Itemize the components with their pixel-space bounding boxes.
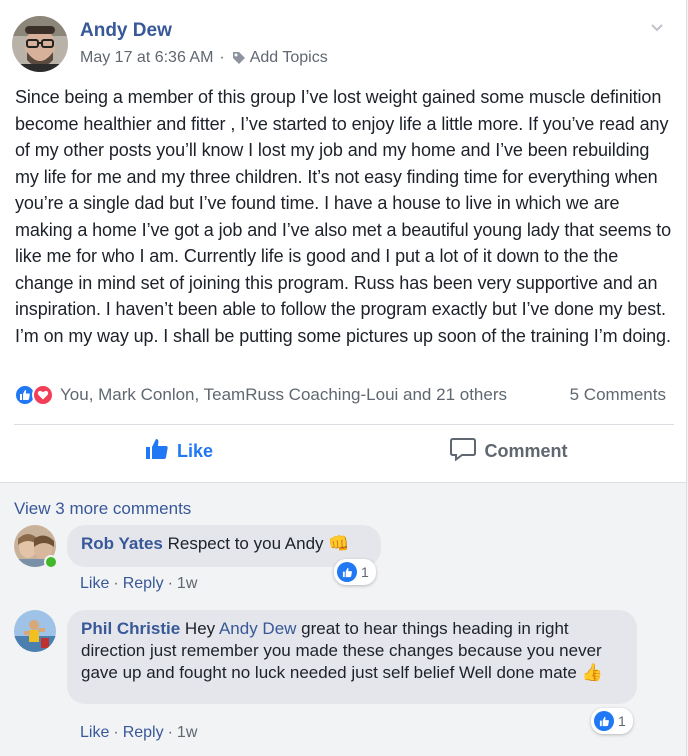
- post-meta: May 17 at 6:36 AM · Add Topics: [80, 49, 328, 67]
- comments-section: View 3 more comments Rob Yates Respect t…: [0, 483, 686, 756]
- meta-separator: ·: [219, 49, 225, 66]
- comment-text: Respect to you Andy: [167, 534, 324, 553]
- mention-link[interactable]: Andy Dew: [219, 619, 296, 638]
- reactions-summary[interactable]: You, Mark Conlon, TeamRuss Coaching-Loui…: [14, 382, 666, 408]
- comment-bubble: Phil Christie Hey Andy Dew great to hear…: [67, 610, 637, 704]
- post-actions: Like Comment: [14, 430, 674, 472]
- comment-reply-link[interactable]: Reply: [123, 724, 164, 742]
- comment-reaction-badge[interactable]: 1: [334, 559, 376, 585]
- comment-button-label: Comment: [484, 440, 568, 461]
- separator: ·: [167, 724, 173, 741]
- comment-text: Hey: [184, 619, 216, 638]
- post-header: Andy Dew May 17 at 6:36 AM · Add Topics: [12, 14, 674, 74]
- comment-actions: Like · Reply · 1w: [80, 724, 197, 742]
- comments-count[interactable]: 5 Comments: [570, 385, 666, 405]
- comment-button[interactable]: Comment: [344, 430, 674, 472]
- view-more-comments-link[interactable]: View 3 more comments: [14, 499, 191, 519]
- divider: [14, 424, 674, 425]
- comment-actions: Like · Reply · 1w: [80, 575, 197, 593]
- reactions-text[interactable]: You, Mark Conlon, TeamRuss Coaching-Loui…: [60, 385, 507, 405]
- separator: ·: [113, 724, 119, 741]
- chevron-down-icon[interactable]: [648, 18, 666, 36]
- comment-reply-link[interactable]: Reply: [123, 575, 164, 593]
- reaction-count: 1: [361, 564, 369, 580]
- reaction-count: 1: [618, 713, 626, 729]
- reaction-icons: [14, 384, 54, 406]
- comment-reaction-badge[interactable]: 1: [591, 708, 633, 734]
- commenter-avatar[interactable]: [14, 610, 56, 652]
- like-button-label: Like: [176, 440, 214, 461]
- comment-icon: [450, 437, 477, 466]
- tag-icon: [231, 50, 247, 66]
- add-topics-link[interactable]: Add Topics: [250, 49, 328, 67]
- like-button[interactable]: Like: [14, 430, 344, 472]
- post-body: Since being a member of this group I’ve …: [15, 87, 672, 346]
- separator: ·: [167, 575, 173, 592]
- comment-bubble: Rob Yates Respect to you Andy 👊: [67, 525, 381, 567]
- fist-bump-emoji: 👊: [328, 534, 350, 553]
- comment-time[interactable]: 1w: [177, 724, 197, 742]
- commenter-name[interactable]: Rob Yates: [81, 534, 163, 553]
- like-reaction-icon: [594, 711, 614, 731]
- comment-like-link[interactable]: Like: [80, 724, 109, 742]
- love-reaction-icon: [32, 384, 54, 406]
- post-author-name[interactable]: Andy Dew: [80, 20, 172, 42]
- commenter-name[interactable]: Phil Christie: [81, 619, 180, 638]
- author-avatar[interactable]: [12, 16, 68, 72]
- post-card: Andy Dew May 17 at 6:36 AM · Add Topics …: [0, 0, 687, 756]
- comment-time[interactable]: 1w: [177, 575, 197, 593]
- like-reaction-icon: [337, 562, 357, 582]
- separator: ·: [113, 575, 119, 592]
- post-timestamp[interactable]: May 17 at 6:36 AM: [80, 49, 213, 67]
- online-indicator: [44, 555, 58, 569]
- thumbs-up-icon: [145, 438, 169, 465]
- thumbs-up-emoji: 👍: [581, 663, 603, 682]
- comment-like-link[interactable]: Like: [80, 575, 109, 593]
